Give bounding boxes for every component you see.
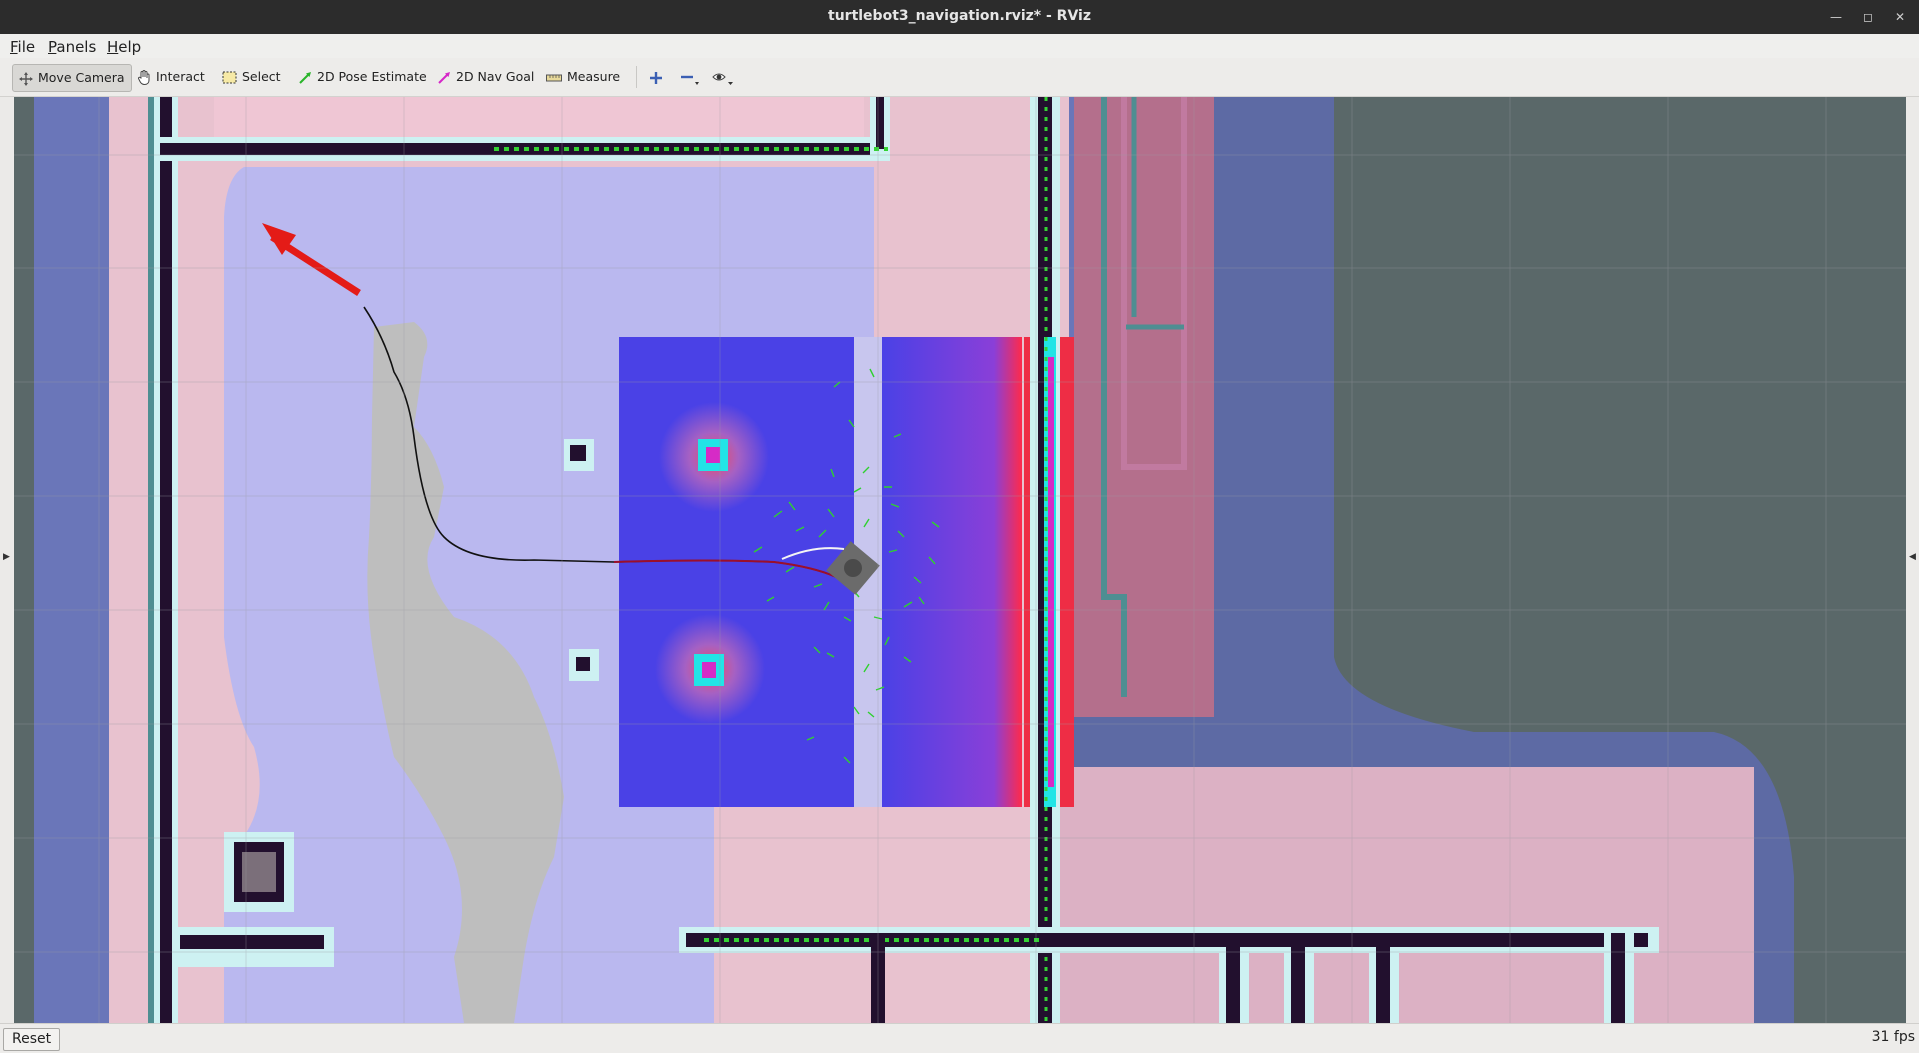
expand-left-icon: ▶	[3, 552, 10, 562]
move-camera-icon	[19, 71, 33, 86]
minimize-button[interactable]: —	[1826, 7, 1846, 27]
fps-readout: 31 fps	[1871, 1029, 1915, 1045]
status-bar: Reset 31 fps	[0, 1023, 1919, 1053]
menu-bar: File Panels Help	[0, 34, 1919, 58]
magenta-arrow-icon	[438, 71, 450, 84]
left-panel-handle[interactable]: ▶	[0, 97, 13, 1023]
render-viewport[interactable]	[14, 97, 1906, 1023]
minus-icon	[681, 75, 699, 85]
eye-icon	[712, 73, 733, 85]
window-title: turtlebot3_navigation.rviz* - RViz	[828, 8, 1091, 24]
ruler-icon	[546, 74, 562, 81]
interact-tool[interactable]: Interact	[131, 64, 211, 90]
toolbar-separator	[636, 66, 637, 88]
move-camera-tool[interactable]: Move Camera	[12, 64, 132, 92]
map-canvas	[14, 97, 1906, 1023]
close-button[interactable]: ✕	[1890, 7, 1910, 27]
window-titlebar: turtlebot3_navigation.rviz* - RViz — ◻ ✕	[0, 0, 1919, 34]
hand-icon	[138, 70, 150, 85]
pose-estimate-tool[interactable]: 2D Pose Estimate	[292, 64, 433, 90]
green-arrow-icon	[299, 71, 311, 84]
nav-goal-tool[interactable]: 2D Nav Goal	[431, 64, 540, 90]
reset-button[interactable]: Reset	[3, 1028, 61, 1051]
right-panel-handle[interactable]: ◀	[1906, 97, 1919, 1023]
remove-tool-button[interactable]	[676, 64, 704, 90]
wall-inflation-right	[1074, 97, 1214, 717]
view-options-button[interactable]	[708, 64, 738, 90]
menu-help[interactable]: Help	[107, 38, 141, 56]
local-costmap-right	[882, 337, 1022, 807]
maximize-button[interactable]: ◻	[1858, 7, 1878, 27]
robot-base	[844, 559, 862, 577]
menu-panels[interactable]: Panels	[48, 38, 96, 56]
menu-file[interactable]: File	[10, 38, 35, 56]
tools-toolbar: Move Camera Interact Select 2D Pose Esti…	[0, 58, 1919, 97]
select-tool[interactable]: Select	[216, 64, 287, 90]
plus-icon	[650, 71, 662, 84]
measure-tool[interactable]: Measure	[540, 64, 626, 90]
select-box-icon	[222, 71, 237, 84]
expand-right-icon: ◀	[1909, 552, 1916, 562]
add-tool-button[interactable]	[645, 64, 667, 90]
